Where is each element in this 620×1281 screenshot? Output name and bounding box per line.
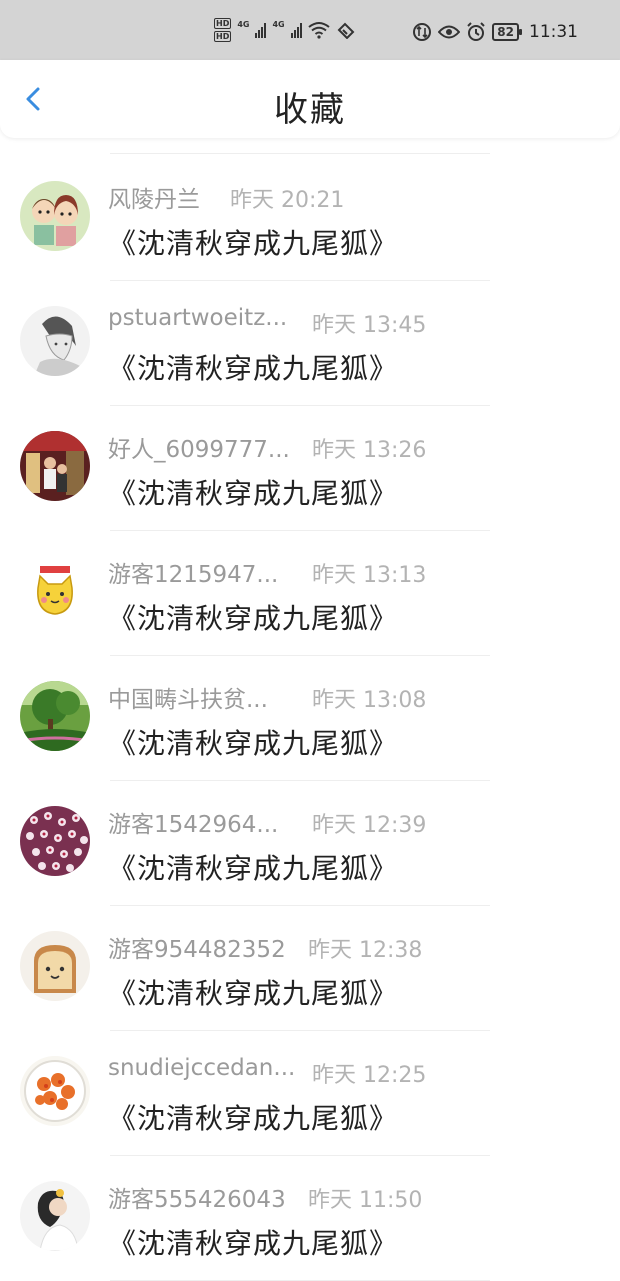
avatar[interactable] <box>20 806 90 876</box>
avatar-image <box>20 806 90 876</box>
avatar-image <box>20 1056 90 1126</box>
wifi-icon <box>308 22 330 39</box>
timestamp: 昨天 12:38 <box>308 938 423 963</box>
book-title[interactable]: 《沈清秋穿成九尾狐》 <box>108 222 398 262</box>
avatar[interactable] <box>20 1181 90 1251</box>
list-item[interactable]: 游客954482352 昨天 12:38 《沈清秋穿成九尾狐》 <box>0 906 620 1031</box>
clock-time: 11:31 <box>529 22 578 42</box>
timestamp: 昨天 13:08 <box>312 688 427 713</box>
list-item[interactable]: 游客555426043 昨天 11:50 《沈清秋穿成九尾狐》 <box>0 1156 620 1281</box>
page-title: 收藏 <box>274 90 346 130</box>
status-bar: HD HD 4G 4G 82 11:31 <box>0 0 620 60</box>
signal-icon <box>255 22 267 38</box>
book-title[interactable]: 《沈清秋穿成九尾狐》 <box>108 472 398 512</box>
list-item[interactable]: 中国畴斗扶贫... 昨天 13:08 《沈清秋穿成九尾狐》 <box>0 656 620 781</box>
avatar-image <box>20 1181 90 1251</box>
avatar-image <box>20 556 90 626</box>
book-title[interactable]: 《沈清秋穿成九尾狐》 <box>108 1097 398 1137</box>
list-item[interactable]: 风陵丹兰 昨天 20:21 《沈清秋穿成九尾狐》 <box>0 156 620 281</box>
network-type-2: 4G <box>272 19 285 29</box>
network-type-1: 4G <box>237 19 250 29</box>
user-name: 风陵丹兰 <box>108 187 200 213</box>
avatar[interactable] <box>20 181 90 251</box>
avatar[interactable] <box>20 681 90 751</box>
list-item[interactable]: pstuartwoeitz... 昨天 13:45 《沈清秋穿成九尾狐》 <box>0 281 620 406</box>
timestamp: 昨天 20:21 <box>230 188 345 213</box>
user-name: 游客1542964... <box>108 812 279 838</box>
user-name: 游客1215947... <box>108 562 279 588</box>
user-name: 游客954482352 <box>108 937 286 963</box>
avatar[interactable] <box>20 556 90 626</box>
avatar-image <box>20 181 90 251</box>
timestamp: 昨天 12:39 <box>312 813 427 838</box>
timestamp: 昨天 13:45 <box>312 313 427 338</box>
status-left: HD HD 4G 4G <box>214 18 356 42</box>
status-right: 82 11:31 <box>412 22 578 42</box>
hd-badge-2: HD <box>214 31 232 42</box>
hotspot-icon <box>337 22 355 39</box>
list-item[interactable]: 游客1215947... 昨天 13:13 《沈清秋穿成九尾狐》 <box>0 531 620 656</box>
avatar-image <box>20 681 90 751</box>
user-name: pstuartwoeitz... <box>108 305 288 331</box>
timestamp: 昨天 13:26 <box>312 438 427 463</box>
list-item[interactable]: 游客1542964... 昨天 12:39 《沈清秋穿成九尾狐》 <box>0 781 620 906</box>
app-header: 收藏 <box>0 60 620 138</box>
alarm-icon <box>467 22 486 41</box>
avatar[interactable] <box>20 931 90 1001</box>
book-title[interactable]: 《沈清秋穿成九尾狐》 <box>108 847 398 887</box>
divider <box>110 153 490 154</box>
timestamp: 昨天 11:50 <box>308 1188 423 1213</box>
avatar[interactable] <box>20 1056 90 1126</box>
user-name: snudiejccedan... <box>108 1055 296 1081</box>
data-sync-icon <box>413 23 432 41</box>
book-title[interactable]: 《沈清秋穿成九尾狐》 <box>108 1222 398 1262</box>
timestamp: 昨天 12:25 <box>312 1063 427 1088</box>
avatar[interactable] <box>20 431 90 501</box>
avatar[interactable] <box>20 306 90 376</box>
hd-badge-1: HD <box>214 18 232 29</box>
eye-icon <box>438 25 461 39</box>
avatar-image <box>20 931 90 1001</box>
favorites-list: 风陵丹兰 昨天 20:21 《沈清秋穿成九尾狐》 pstuartwoeitz..… <box>0 156 620 1281</box>
user-name: 好人_6099777... <box>108 437 290 463</box>
book-title[interactable]: 《沈清秋穿成九尾狐》 <box>108 597 398 637</box>
hd-indicators: HD HD <box>214 18 232 42</box>
avatar-image <box>20 306 90 376</box>
list-item[interactable]: snudiejccedan... 昨天 12:25 《沈清秋穿成九尾狐》 <box>0 1031 620 1156</box>
signal-icon <box>290 22 302 38</box>
battery-icon: 82 <box>492 23 522 41</box>
book-title[interactable]: 《沈清秋穿成九尾狐》 <box>108 347 398 387</box>
avatar-image <box>20 431 90 501</box>
user-name: 游客555426043 <box>108 1187 286 1213</box>
list-item[interactable]: 好人_6099777... 昨天 13:26 《沈清秋穿成九尾狐》 <box>0 406 620 531</box>
book-title[interactable]: 《沈清秋穿成九尾狐》 <box>108 722 398 762</box>
user-name: 中国畴斗扶贫... <box>108 687 268 713</box>
timestamp: 昨天 13:13 <box>312 563 427 588</box>
book-title[interactable]: 《沈清秋穿成九尾狐》 <box>108 972 398 1012</box>
